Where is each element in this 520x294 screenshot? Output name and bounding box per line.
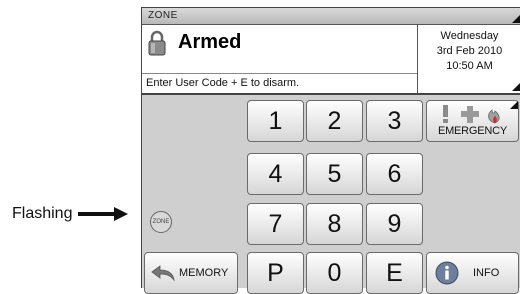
key-4[interactable]: 4	[247, 153, 304, 195]
corner-marker-icon	[512, 83, 520, 91]
emergency-button[interactable]: EMERGENCY	[426, 100, 519, 142]
key-9[interactable]: 9	[366, 203, 423, 245]
medical-cross-icon	[461, 106, 479, 123]
keypad: 1 2 3 4 5 6 7 8 9 P 0 E EMERGENCY ZONE M…	[142, 97, 520, 294]
info-icon	[435, 261, 459, 285]
corner-marker-icon	[510, 101, 518, 109]
arrow-right-icon	[78, 207, 129, 221]
key-6[interactable]: 6	[366, 153, 423, 195]
flashing-callout: Flashing	[12, 205, 129, 223]
zone-indicator-icon: ZONE	[150, 211, 172, 233]
key-1[interactable]: 1	[247, 100, 304, 142]
back-arrow-icon	[151, 265, 175, 282]
zone-indicator-label: ZONE	[152, 219, 170, 225]
memory-label: MEMORY	[179, 267, 229, 279]
armed-status: Armed	[178, 31, 242, 53]
zone-bar-label: ZONE	[148, 10, 178, 21]
info-label: INFO	[473, 267, 500, 279]
zone-bar: ZONE	[142, 8, 520, 25]
key-5[interactable]: 5	[306, 153, 363, 195]
key-7[interactable]: 7	[247, 203, 304, 245]
emergency-label: EMERGENCY	[437, 125, 508, 137]
corner-marker-icon	[512, 15, 520, 23]
lock-icon	[148, 30, 166, 56]
alarm-panel: ZONE Armed Enter User Code + E to disarm…	[141, 7, 520, 294]
info-button[interactable]: INFO	[426, 252, 519, 294]
key-3[interactable]: 3	[366, 100, 423, 142]
status-area: Armed Enter User Code + E to disarm. Wed…	[142, 25, 520, 95]
key-e[interactable]: E	[366, 252, 423, 294]
status-left: Armed Enter User Code + E to disarm.	[142, 25, 418, 93]
key-p[interactable]: P	[247, 252, 304, 294]
key-8[interactable]: 8	[306, 203, 363, 245]
key-2[interactable]: 2	[306, 100, 363, 142]
date-time-panel: Wednesday 3rd Feb 2010 10:50 AM	[418, 25, 520, 93]
memory-button[interactable]: MEMORY	[144, 252, 238, 294]
date-label: 3rd Feb 2010	[436, 45, 503, 57]
time-label: 10:50 AM	[446, 60, 493, 72]
flashing-callout-label: Flashing	[12, 205, 73, 222]
key-0[interactable]: 0	[306, 252, 363, 294]
day-label: Wednesday	[440, 30, 499, 42]
fire-icon	[488, 109, 500, 124]
emergency-icons	[443, 105, 500, 124]
exclamation-icon	[443, 105, 448, 123]
disarm-instruction: Enter User Code + E to disarm.	[142, 73, 417, 93]
